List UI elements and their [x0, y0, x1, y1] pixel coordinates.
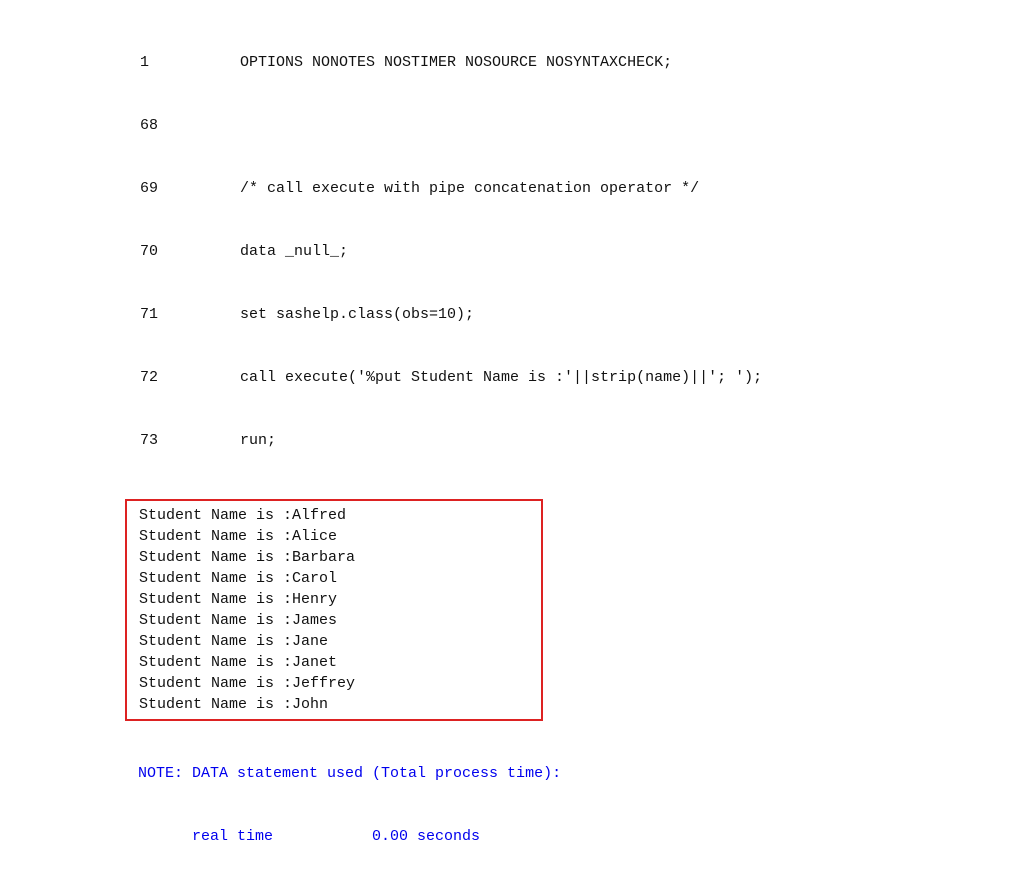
source-text: set sashelp.class(obs=10);	[240, 304, 474, 325]
line-number: 72	[140, 367, 240, 388]
line-number: 69	[140, 178, 240, 199]
source-text: OPTIONS NONOTES NOSTIMER NOSOURCE NOSYNT…	[240, 52, 672, 73]
source-text: /* call execute with pipe concatenation …	[240, 178, 699, 199]
log-viewport: 1 OPTIONS NONOTES NOSTIMER NOSOURCE NOSY…	[0, 0, 1024, 889]
output-line: Student Name is :Henry	[139, 589, 537, 610]
code-line: 69 /* call execute with pipe concatenati…	[140, 178, 1024, 199]
output-line: Student Name is :John	[139, 694, 537, 715]
source-text: run;	[240, 430, 276, 451]
highlighted-output: Student Name is :Alfred Student Name is …	[125, 499, 543, 721]
code-line: 71 set sashelp.class(obs=10);	[140, 304, 1024, 325]
output-line: Student Name is :Carol	[139, 568, 537, 589]
note-line: real time 0.00 seconds	[138, 826, 1024, 847]
line-number: 71	[140, 304, 240, 325]
output-line: Student Name is :Alfred	[139, 505, 537, 526]
note-line: NOTE: DATA statement used (Total process…	[138, 763, 1024, 784]
source-text: data _null_;	[240, 241, 348, 262]
line-number: 1	[140, 52, 240, 73]
code-line: 70 data _null_;	[140, 241, 1024, 262]
code-line: 68	[140, 115, 1024, 136]
line-number: 73	[140, 430, 240, 451]
code-line: 1 OPTIONS NONOTES NOSTIMER NOSOURCE NOSY…	[140, 52, 1024, 73]
source-text: call execute('%put Student Name is :'||s…	[240, 367, 762, 388]
output-line: Student Name is :Janet	[139, 652, 537, 673]
output-line: Student Name is :Jeffrey	[139, 673, 537, 694]
output-line: Student Name is :James	[139, 610, 537, 631]
code-line: 73 run;	[140, 430, 1024, 451]
line-number: 68	[140, 115, 240, 136]
output-line: Student Name is :Barbara	[139, 547, 537, 568]
note-block: NOTE: DATA statement used (Total process…	[0, 721, 1024, 889]
output-line: Student Name is :Jane	[139, 631, 537, 652]
output-line: Student Name is :Alice	[139, 526, 537, 547]
source-code-block: 1 OPTIONS NONOTES NOSTIMER NOSOURCE NOSY…	[0, 10, 1024, 493]
line-number: 70	[140, 241, 240, 262]
code-line: 72 call execute('%put Student Name is :'…	[140, 367, 1024, 388]
